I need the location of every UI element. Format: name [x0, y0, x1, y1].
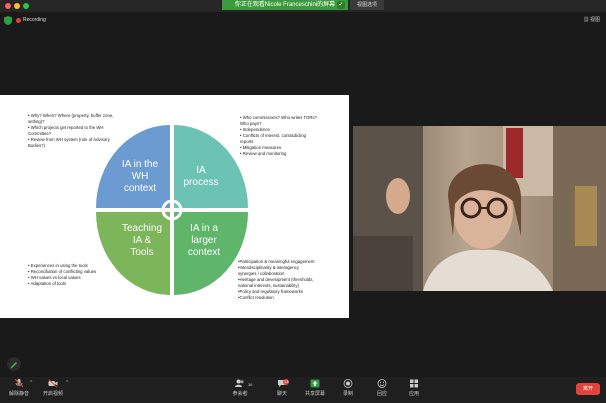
participants-icon — [235, 379, 244, 387]
chat-label: 聊天 — [276, 391, 287, 397]
close-window-button[interactable] — [5, 3, 11, 9]
participants-button[interactable]: 36 参会者 — [223, 379, 257, 401]
share-screen-button[interactable]: 共享屏幕 — [298, 379, 332, 401]
recording-label: Recording — [23, 17, 46, 23]
shared-slide: • Why? When? Where (property, buffer zon… — [0, 95, 349, 318]
reactions-label: 回应 — [376, 391, 387, 397]
speaker-video — [353, 126, 606, 291]
meeting-toolbar: 解除静音 ^ 开启视频 ^ 36 参会者 13 聊天 共享屏幕 录制 回应 应用… — [0, 377, 606, 403]
chat-button[interactable]: 13 聊天 — [265, 379, 299, 401]
quadrant-diagram: IA in the WH context IA process Teaching… — [96, 125, 248, 295]
record-label: 录制 — [342, 391, 353, 397]
participants-count: 36 — [248, 382, 253, 387]
slide-text-bottom-right: •Participation & meaningful engagement •… — [238, 259, 315, 300]
minimize-window-button[interactable] — [14, 3, 20, 9]
view-label: 视图 — [589, 17, 600, 23]
slide-text-top-right: • Who commissions? Who writes TORs? Who … — [240, 115, 318, 156]
reactions-button[interactable]: 回应 — [365, 379, 399, 401]
video-options-chevron-icon[interactable]: ^ — [66, 380, 68, 386]
mute-label: 解除静音 — [8, 391, 29, 397]
quadrant-label-2: IA process — [183, 165, 219, 188]
annotate-button[interactable] — [7, 357, 21, 371]
apps-icon — [410, 379, 418, 388]
smiley-icon — [377, 379, 387, 388]
record-icon — [343, 379, 353, 388]
audio-options-chevron-icon[interactable]: ^ — [30, 380, 32, 386]
start-video-label: 开启视频 — [42, 391, 63, 397]
record-button[interactable]: 录制 — [331, 379, 365, 401]
shield-icon — [4, 16, 12, 25]
video-camera-muted-icon — [48, 379, 58, 388]
chat-badge: 13 — [283, 379, 290, 385]
share-screen-icon — [310, 379, 320, 388]
shield-check-icon: ✓ — [337, 1, 345, 9]
quadrant-label-3: Teaching IA & Tools — [121, 223, 163, 258]
apps-button[interactable]: 应用 — [397, 379, 431, 401]
screen-share-banner: 你正在观看Nicole Franceschini的屏幕 — [222, 0, 348, 10]
recording-dot-icon — [16, 18, 21, 23]
share-screen-label: 共享屏幕 — [304, 391, 325, 397]
start-video-button[interactable]: 开启视频 — [36, 379, 70, 401]
leave-meeting-button[interactable]: 离开 — [576, 383, 600, 395]
participants-label: 参会者 — [232, 391, 248, 397]
microphone-muted-icon — [14, 379, 24, 388]
quadrant-label-1: IA in the WH context — [121, 159, 159, 194]
quadrant-label-4: IA in a larger context — [187, 223, 221, 258]
view-button[interactable]: ▦ 视图 — [584, 16, 600, 25]
speaker-video-frame — [353, 126, 606, 291]
quadrant-circle — [96, 125, 248, 295]
pencil-icon — [10, 362, 17, 369]
apps-label: 应用 — [408, 391, 419, 397]
maximize-window-button[interactable] — [23, 3, 29, 9]
view-options-button[interactable]: 视图选项 — [350, 0, 384, 10]
